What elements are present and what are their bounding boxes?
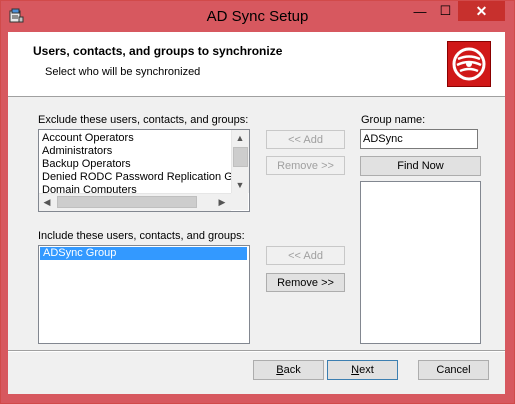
- close-button[interactable]: ✕: [458, 1, 505, 21]
- exclude-label: Exclude these users, contacts, and group…: [38, 114, 249, 126]
- back-label: Back: [276, 364, 301, 376]
- list-item[interactable]: Administrators: [39, 145, 231, 158]
- wizard-header: [8, 32, 505, 97]
- scroll-up-icon[interactable]: ▲: [232, 130, 248, 146]
- page-subtitle: Select who will be synchronized: [45, 66, 201, 78]
- maximize-icon: ☐: [439, 3, 452, 18]
- list-item[interactable]: Denied RODC Password Replication Gro: [39, 171, 243, 184]
- next-button[interactable]: Next: [327, 360, 398, 380]
- disc-icon: [447, 41, 491, 87]
- list-item[interactable]: Backup Operators: [39, 158, 231, 171]
- include-label: Include these users, contacts, and group…: [38, 230, 245, 242]
- scroll-left-icon[interactable]: ◀: [39, 194, 55, 210]
- remove-exclude-button[interactable]: Remove >>: [266, 156, 345, 175]
- back-button[interactable]: Back: [253, 360, 324, 380]
- scroll-corner: [231, 193, 248, 210]
- find-now-label: Find Now: [397, 160, 444, 172]
- add-exclude-button[interactable]: << Add: [266, 130, 345, 149]
- close-icon: ✕: [475, 2, 488, 19]
- find-now-button[interactable]: Find Now: [360, 156, 481, 176]
- exclude-vertical-scrollbar[interactable]: ▲ ▼: [231, 130, 249, 193]
- add-label: << Add: [288, 133, 323, 146]
- exclude-listbox[interactable]: Account Operators Administrators Backup …: [38, 129, 250, 212]
- add-include-button[interactable]: << Add: [266, 246, 345, 265]
- exclude-horizontal-scrollbar[interactable]: ◀ ▶: [39, 193, 231, 211]
- minimize-button[interactable]: —: [407, 1, 433, 21]
- remove-include-button[interactable]: Remove >>: [266, 273, 345, 292]
- scroll-down-icon[interactable]: ▼: [232, 177, 248, 193]
- remove-label: Remove >>: [277, 159, 334, 172]
- search-results-listbox[interactable]: [360, 181, 481, 344]
- scroll-right-icon[interactable]: ▶: [214, 194, 230, 210]
- list-item-selected[interactable]: ADSync Group: [40, 247, 247, 260]
- maximize-button[interactable]: ☐: [433, 1, 458, 21]
- group-name-input[interactable]: ADSync: [360, 129, 478, 149]
- next-label: Next: [351, 364, 374, 376]
- page-title: Users, contacts, and groups to synchroni…: [33, 44, 283, 58]
- include-listbox[interactable]: ADSync Group: [38, 245, 250, 344]
- minimize-icon: —: [413, 3, 427, 19]
- add-label: << Add: [288, 249, 323, 262]
- list-item[interactable]: Account Operators: [39, 132, 231, 145]
- cancel-label: Cancel: [436, 364, 471, 376]
- horizontal-scroll-thumb[interactable]: [57, 196, 197, 208]
- cancel-button[interactable]: Cancel: [418, 360, 489, 380]
- footer-divider: [8, 350, 505, 352]
- group-name-label: Group name:: [361, 114, 426, 126]
- vertical-scroll-thumb[interactable]: [233, 147, 248, 167]
- remove-label: Remove >>: [277, 276, 334, 289]
